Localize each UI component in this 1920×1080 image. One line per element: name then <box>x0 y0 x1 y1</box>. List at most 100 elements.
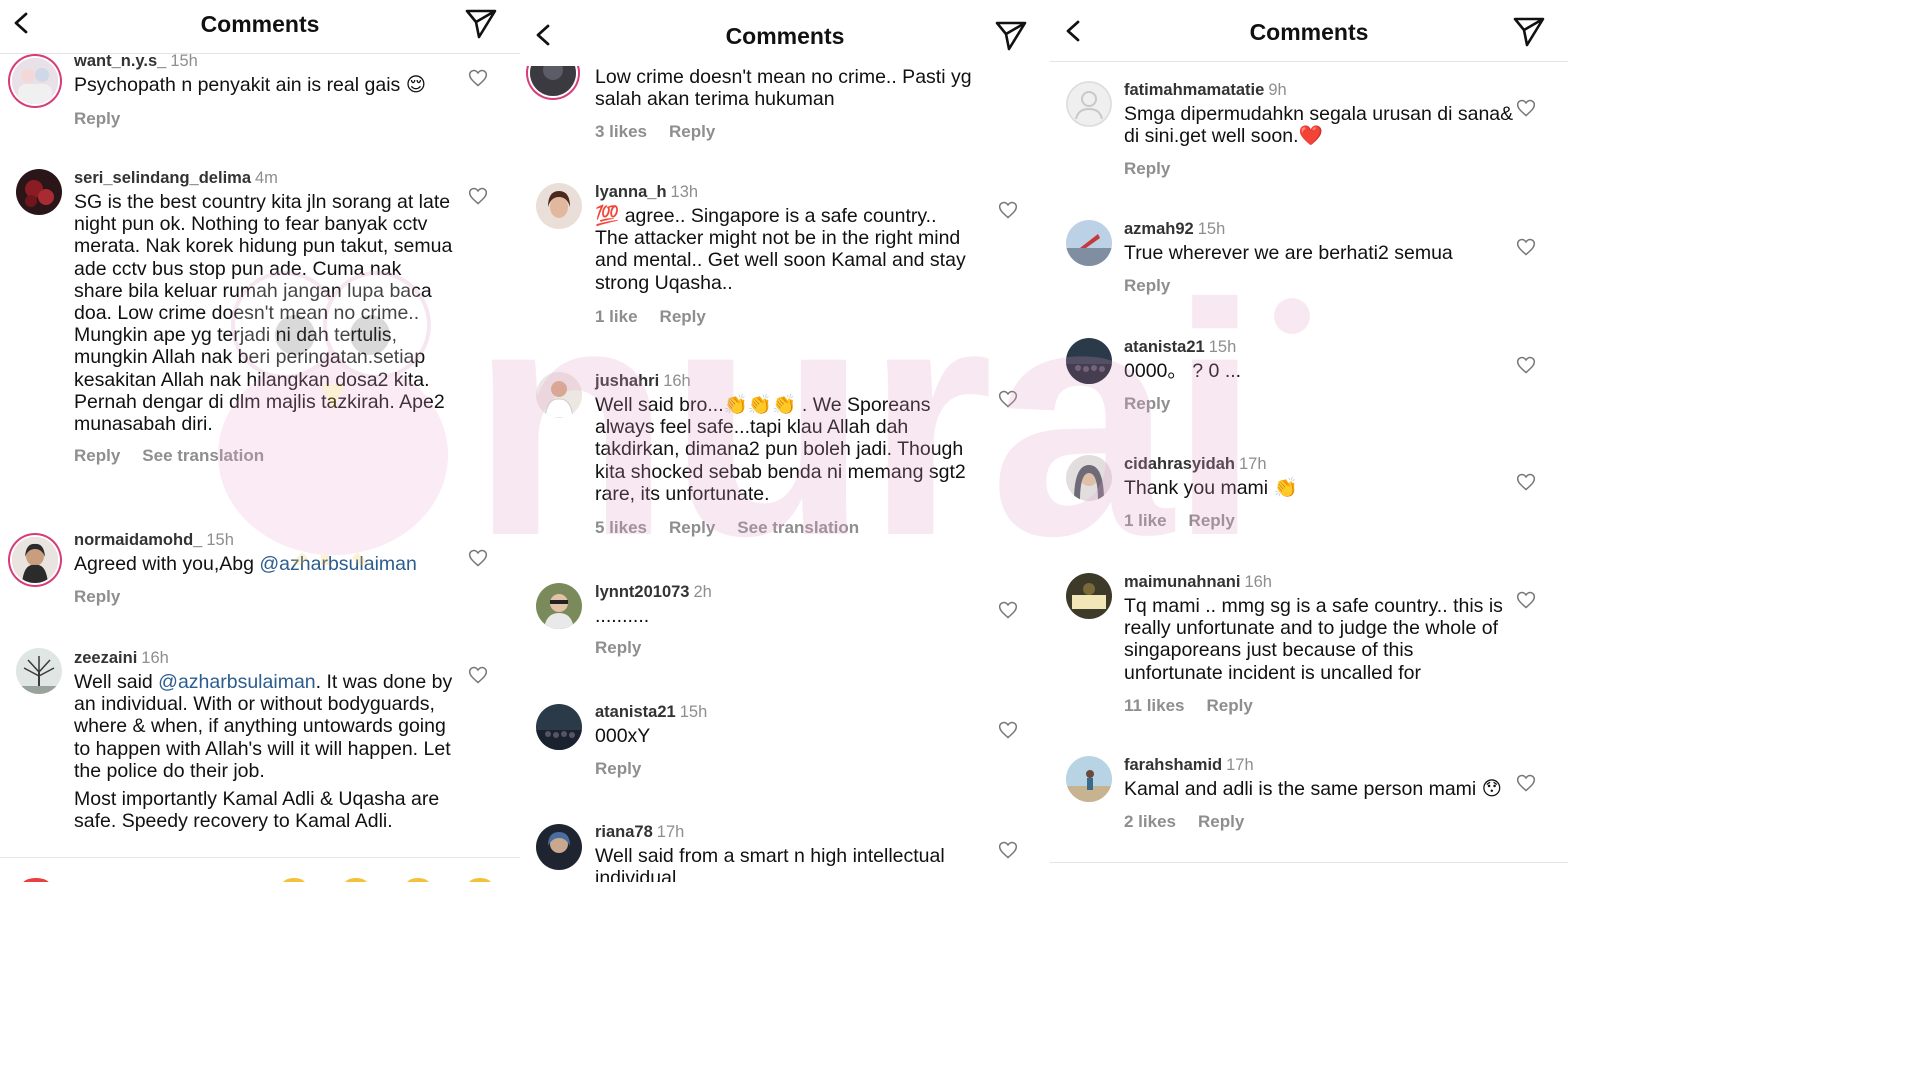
comment-text: SG is the best country kita jln sorang a… <box>74 191 453 436</box>
timestamp: 9h <box>1268 81 1287 99</box>
reply-button[interactable]: Reply <box>74 446 120 465</box>
likes-count[interactable]: 5 likes <box>595 518 647 537</box>
heart-icon[interactable] <box>1516 98 1536 118</box>
heart-icon[interactable] <box>468 665 488 685</box>
timestamp: 16h <box>1244 573 1272 591</box>
mention-link[interactable]: @azharbsulaiman <box>259 553 416 575</box>
username[interactable]: normaidamohd_ <box>74 531 202 549</box>
heart-icon[interactable] <box>998 600 1018 620</box>
reply-button[interactable]: Reply <box>669 518 715 537</box>
send-icon[interactable] <box>1512 14 1546 48</box>
comment-text: Psychopath n penyakit ain is real gais 😌 <box>74 74 427 96</box>
reply-button[interactable]: Reply <box>1124 394 1170 413</box>
timestamp: 17h <box>656 823 685 841</box>
likes-count[interactable]: 1 like <box>1124 511 1167 530</box>
heart-icon[interactable] <box>1516 355 1536 375</box>
comment-text: Well said bro...👏👏👏 . We Sporeans always… <box>595 394 966 505</box>
username[interactable]: maimunahnani <box>1124 573 1240 591</box>
username[interactable]: seri_selindang_delima <box>74 169 251 187</box>
likes-count[interactable]: 11 likes <box>1124 696 1185 715</box>
timestamp: 15h <box>1197 220 1226 238</box>
username[interactable]: atanista21 <box>595 703 676 721</box>
reply-button[interactable]: Reply <box>1207 696 1253 715</box>
heart-icon[interactable] <box>468 186 488 206</box>
comment-text: .......... <box>595 605 650 627</box>
send-icon[interactable] <box>994 18 1028 52</box>
avatar[interactable] <box>1066 756 1112 802</box>
send-icon[interactable] <box>464 6 498 40</box>
heart-icon[interactable] <box>1516 237 1536 257</box>
timestamp: 17h <box>1226 756 1254 774</box>
likes-count[interactable]: 1 like <box>595 307 638 326</box>
heart-icon[interactable] <box>468 68 488 88</box>
avatar[interactable] <box>12 537 58 583</box>
avatar[interactable] <box>12 58 58 104</box>
see-translation-link[interactable]: See translation <box>142 446 264 465</box>
mention-link[interactable]: @azharbsulaiman <box>158 671 315 693</box>
page-title: Comments <box>200 11 320 37</box>
timestamp: 16h <box>141 649 169 667</box>
reply-button[interactable]: Reply <box>595 759 641 778</box>
reply-button[interactable]: Reply <box>1189 511 1235 530</box>
username[interactable]: azmah92 <box>1124 220 1194 238</box>
reply-button[interactable]: Reply <box>660 307 706 326</box>
likes-count[interactable]: 2 likes <box>1124 812 1176 831</box>
comment-text: True wherever we are berhati2 semua <box>1124 242 1453 264</box>
comment-text: Thank you mami 👏 <box>1124 477 1298 499</box>
heart-icon[interactable] <box>1516 590 1536 610</box>
comment-text: Well said from a smart n high intellectu… <box>595 845 945 882</box>
avatar[interactable] <box>1066 220 1112 266</box>
reply-button[interactable]: Reply <box>595 638 641 657</box>
comment-text: Well said @azharbsulaiman. It was done b… <box>74 671 453 833</box>
timestamp: 17h <box>1238 455 1267 473</box>
comments-panel-2: Comments Low crime doesn't mean no crime… <box>520 0 1050 882</box>
header: Comments <box>0 0 520 54</box>
reply-button[interactable]: Reply <box>1198 812 1244 831</box>
avatar[interactable] <box>1066 455 1112 501</box>
username[interactable]: cidahrasyidah <box>1124 455 1235 473</box>
username[interactable]: lyanna_h <box>595 183 667 201</box>
avatar[interactable] <box>1066 573 1112 619</box>
reply-button[interactable]: Reply <box>1124 276 1170 295</box>
heart-icon[interactable] <box>998 840 1018 860</box>
see-translation-link[interactable]: See translation <box>737 518 859 537</box>
timestamp: 15h <box>206 531 234 549</box>
timestamp: 15h <box>679 703 708 721</box>
avatar[interactable] <box>536 583 582 629</box>
timestamp: 16h <box>663 372 691 390</box>
avatar[interactable] <box>16 648 62 694</box>
username[interactable]: lynnt201073 <box>595 583 689 601</box>
heart-icon[interactable] <box>468 548 488 568</box>
timestamp: 15h <box>1208 338 1237 356</box>
username[interactable]: riana78 <box>595 823 653 841</box>
reply-button[interactable]: Reply <box>74 587 120 606</box>
comment-text: Tq mami .. mmg sg is a safe country.. th… <box>1124 595 1503 684</box>
comments-panel-1: Comments want_n.y.s_ 15h Psychopath n pen… <box>0 0 520 882</box>
avatar[interactable] <box>536 183 582 229</box>
username[interactable]: farahshamid <box>1124 756 1222 774</box>
username[interactable]: want_n.y.s_ <box>74 52 166 70</box>
avatar[interactable] <box>16 169 62 215</box>
avatar[interactable] <box>1066 81 1112 127</box>
comment-text: 💯 agree.. Singapore is a safe country.. … <box>595 205 966 294</box>
heart-icon[interactable] <box>998 720 1018 740</box>
likes-count[interactable]: 3 likes <box>595 122 647 141</box>
timestamp: 13h <box>670 183 699 201</box>
heart-icon[interactable] <box>998 200 1018 220</box>
username[interactable]: atanista21 <box>1124 338 1205 356</box>
reply-button[interactable]: Reply <box>74 109 120 128</box>
heart-icon[interactable] <box>1516 472 1536 492</box>
username[interactable]: jushahri <box>595 372 659 390</box>
avatar[interactable] <box>536 824 582 870</box>
avatar[interactable] <box>536 704 582 750</box>
reply-button[interactable]: Reply <box>669 122 715 141</box>
heart-icon[interactable] <box>1516 773 1536 793</box>
reply-button[interactable]: Reply <box>1124 159 1170 178</box>
heart-icon[interactable] <box>998 389 1018 409</box>
comment-text: Low crime doesn't mean no crime.. Pasti … <box>595 66 972 111</box>
username[interactable]: fatimahmamatatie <box>1124 81 1264 99</box>
username[interactable]: zeezaini <box>74 649 137 667</box>
avatar[interactable] <box>1066 338 1112 384</box>
comments-panel-3: Comments fatimahmamatatie 9h Smga dipermu… <box>1050 0 1568 882</box>
avatar[interactable] <box>536 372 582 418</box>
